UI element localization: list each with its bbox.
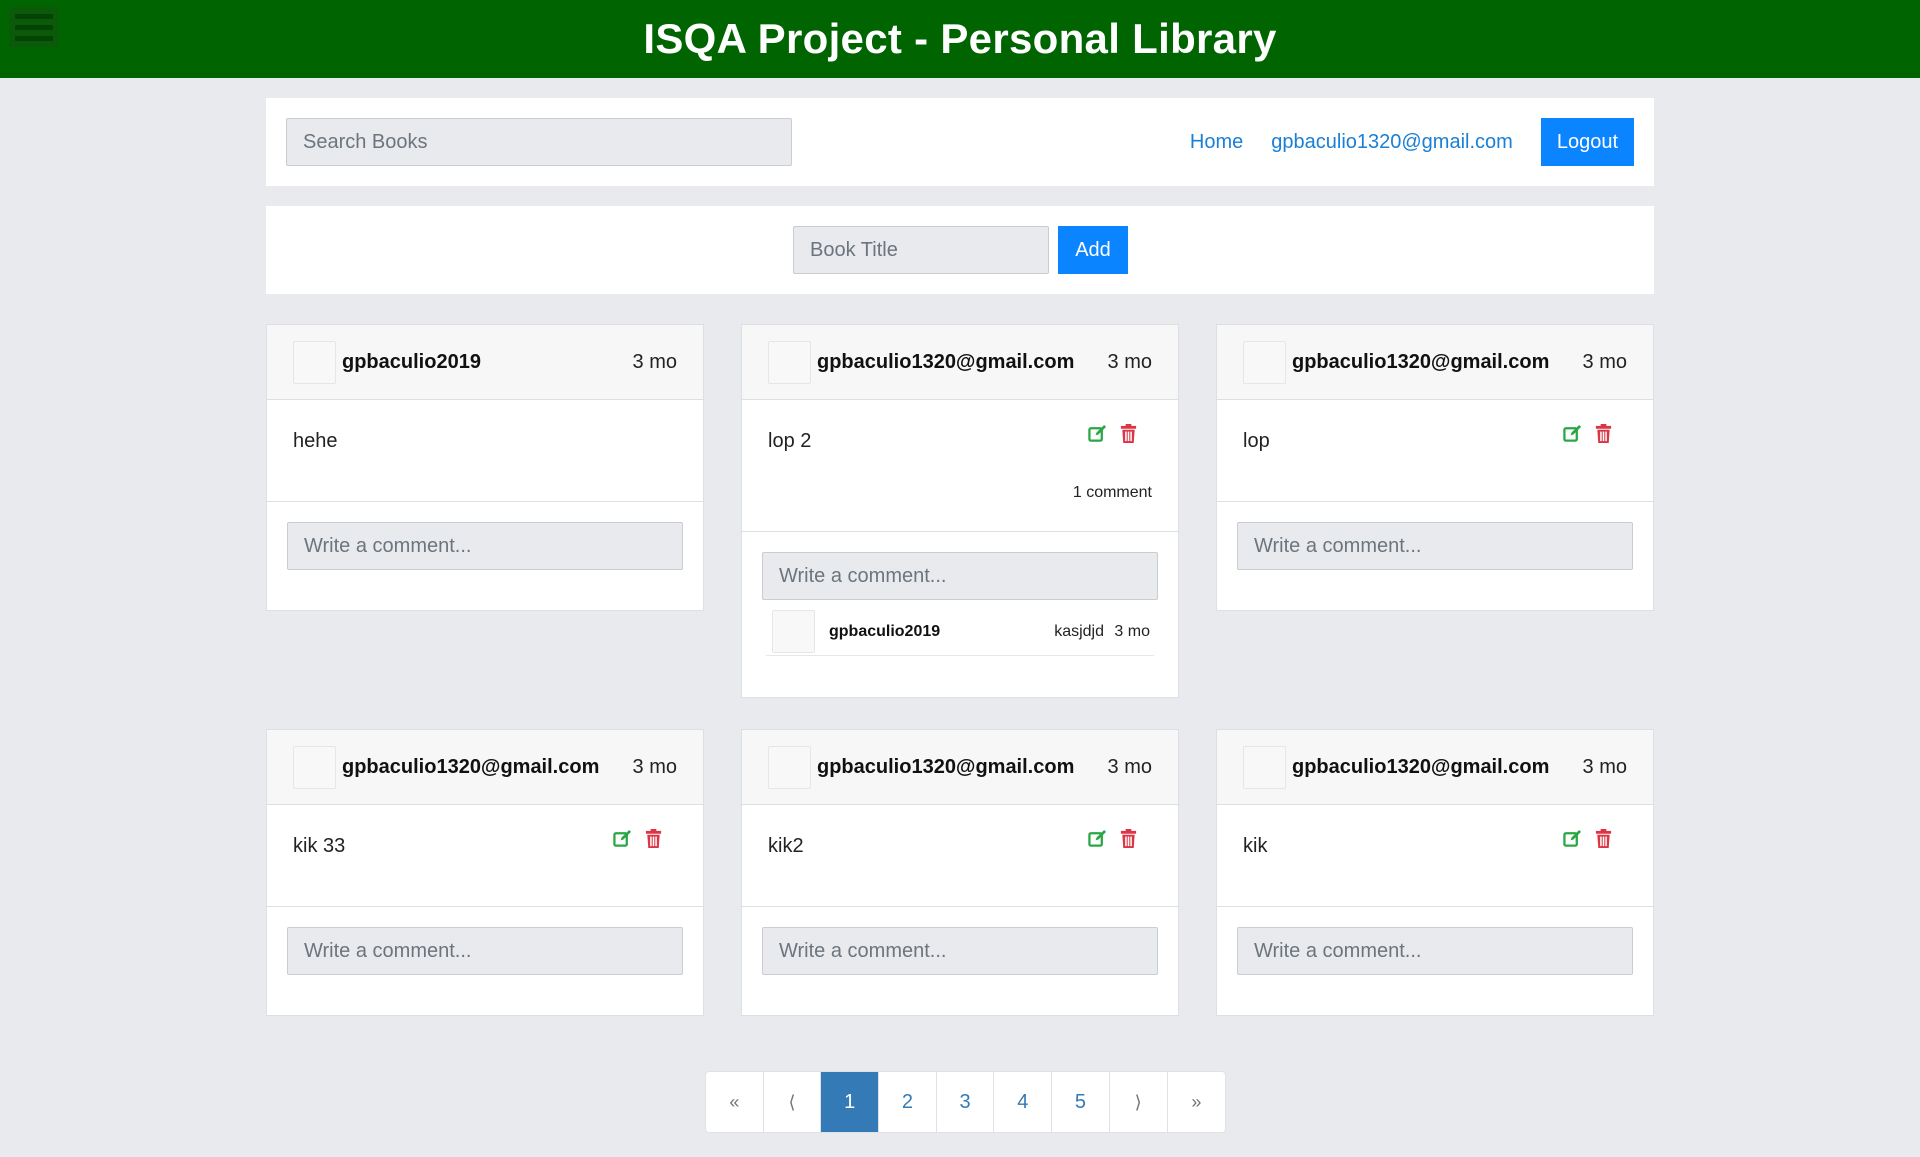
menu-icon[interactable] [9,7,59,47]
add-book-panel: Add [266,206,1654,294]
card-header: gpbaculio1320@gmail.com 3 mo [1217,730,1653,805]
card-actions [613,829,663,848]
book-author: gpbaculio1320@gmail.com [1292,350,1550,373]
comment-input[interactable] [762,927,1158,975]
trash-icon[interactable] [1119,829,1138,848]
comment-input[interactable] [1237,522,1633,570]
card-header: gpbaculio1320@gmail.com 3 mo [742,730,1178,805]
trash-icon[interactable] [644,829,663,848]
book-card: gpbaculio1320@gmail.com 3 mo lop 2 1 com… [741,324,1179,698]
nav-panel: Home gpbaculio1320@gmail.com Logout [266,98,1654,186]
page-2-button[interactable]: 2 [879,1072,937,1132]
card-body: kik [1217,805,1653,907]
comment-item: gpbaculio2019 kasjdjd 3 mo [766,608,1154,656]
avatar [1243,340,1286,384]
home-link[interactable]: Home [1190,131,1243,154]
book-author: gpbaculio1320@gmail.com [342,755,600,778]
avatar [1243,745,1286,789]
card-actions [1563,424,1613,443]
comment-input[interactable] [762,552,1158,600]
card-footer: gpbaculio2019 kasjdjd 3 mo [742,532,1178,656]
avatar [293,745,336,789]
book-card: gpbaculio1320@gmail.com 3 mo kik [1216,729,1654,1016]
comment-input[interactable] [287,522,683,570]
book-card: gpbaculio1320@gmail.com 3 mo kik2 [741,729,1179,1016]
page-4-button[interactable]: 4 [994,1072,1053,1132]
book-time: 3 mo [1107,350,1152,373]
comment-text: kasjdjd [1054,622,1104,640]
card-header: gpbaculio1320@gmail.com 3 mo [1217,325,1653,400]
edit-icon[interactable] [1088,424,1107,443]
page-1-button[interactable]: 1 [821,1072,880,1132]
page-last-button[interactable]: » [1168,1072,1226,1132]
page-3-button[interactable]: 3 [937,1072,995,1132]
book-title-input[interactable] [793,226,1049,274]
edit-icon[interactable] [613,829,632,848]
card-header: gpbaculio1320@gmail.com 3 mo [267,730,703,805]
pagination: « ⟨ 1 2 3 4 5 ⟩ » [705,1071,1227,1133]
search-input[interactable] [286,118,792,166]
card-actions [1563,829,1613,848]
book-title: hehe [293,430,338,452]
book-author: gpbaculio1320@gmail.com [1292,755,1550,778]
page-first-button[interactable]: « [706,1072,764,1132]
page-5-button[interactable]: 5 [1052,1072,1110,1132]
card-actions [1088,829,1138,848]
avatar [293,340,336,384]
comment-time: 3 mo [1114,622,1150,640]
book-author: gpbaculio1320@gmail.com [817,755,1075,778]
nav-links: Home gpbaculio1320@gmail.com Logout [1190,118,1634,166]
add-button[interactable]: Add [1058,226,1128,274]
book-time: 3 mo [632,350,677,373]
page-title: ISQA Project - Personal Library [643,15,1277,62]
card-footer [1217,502,1653,570]
card-body: kik 33 [267,805,703,907]
card-body: lop [1217,400,1653,502]
book-time: 3 mo [632,755,677,778]
card-footer [742,907,1178,975]
book-time: 3 mo [1107,755,1152,778]
comment-author: gpbaculio2019 [829,622,941,640]
book-title: lop 2 [768,430,812,452]
book-title: kik2 [768,835,804,857]
comment-input[interactable] [287,927,683,975]
card-actions [1088,424,1138,443]
user-link[interactable]: gpbaculio1320@gmail.com [1271,131,1513,154]
book-author: gpbaculio2019 [342,350,481,373]
card-body: lop 2 1 comment [742,400,1178,532]
book-card: gpbaculio1320@gmail.com 3 mo lop [1216,324,1654,611]
card-footer [1217,907,1653,975]
trash-icon[interactable] [1594,829,1613,848]
comment-count[interactable]: 1 comment [1073,484,1152,502]
book-title: lop [1243,430,1270,452]
logout-button[interactable]: Logout [1540,118,1634,166]
card-header: gpbaculio1320@gmail.com 3 mo [742,325,1178,400]
book-title: kik [1243,835,1268,857]
book-card: gpbaculio1320@gmail.com 3 mo kik 33 [266,729,704,1016]
trash-icon[interactable] [1594,424,1613,443]
trash-icon[interactable] [1119,424,1138,443]
book-time: 3 mo [1582,350,1627,373]
app-header: ISQA Project - Personal Library [0,0,1920,78]
card-footer [267,907,703,975]
page-prev-button[interactable]: ⟨ [764,1072,822,1132]
avatar [768,340,811,384]
edit-icon[interactable] [1563,424,1582,443]
avatar [768,745,811,789]
book-card: gpbaculio2019 3 mo hehe [266,324,704,611]
comment-input[interactable] [1237,927,1633,975]
book-title: kik 33 [293,835,346,857]
card-header: gpbaculio2019 3 mo [267,325,703,400]
avatar [772,610,815,653]
edit-icon[interactable] [1088,829,1107,848]
card-body: kik2 [742,805,1178,907]
edit-icon[interactable] [1563,829,1582,848]
book-time: 3 mo [1582,755,1627,778]
page-next-button[interactable]: ⟩ [1110,1072,1168,1132]
book-author: gpbaculio1320@gmail.com [817,350,1075,373]
card-footer [267,502,703,570]
card-body: hehe [267,400,703,502]
